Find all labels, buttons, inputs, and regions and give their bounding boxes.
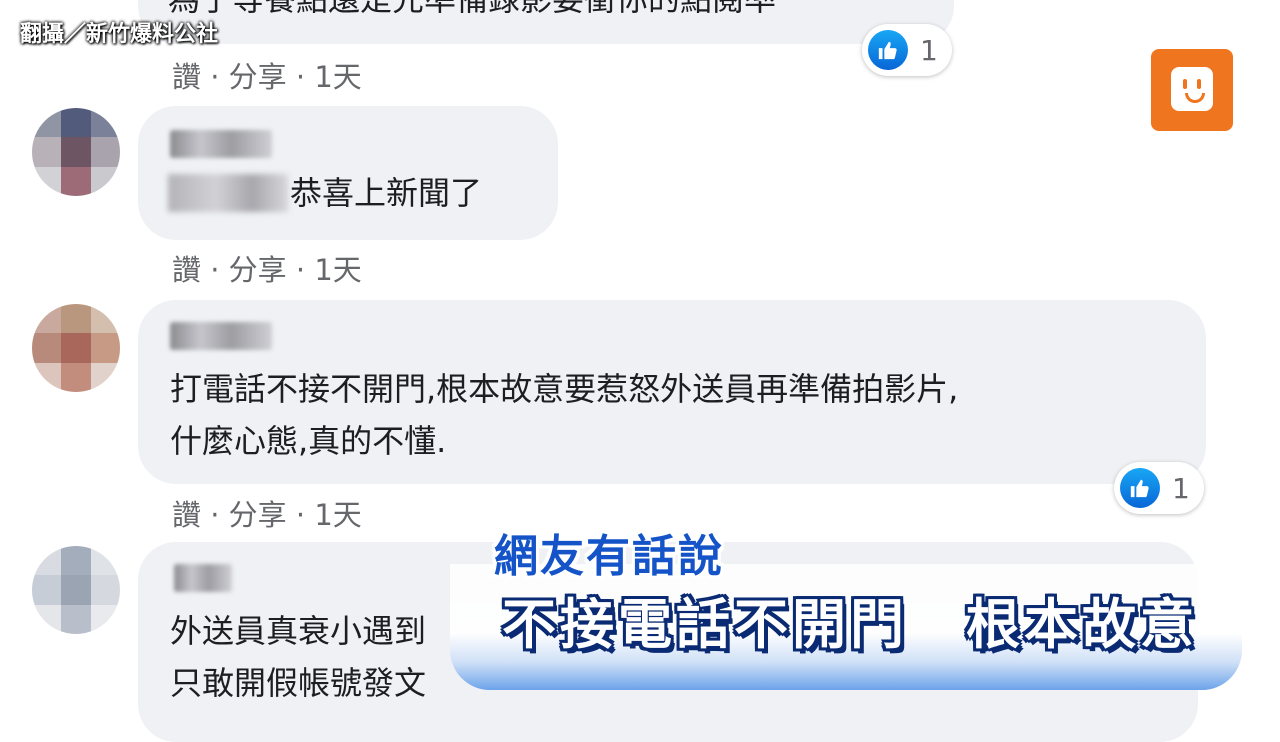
comment-actions: 讚 · 分享 · 1天: [172, 54, 362, 96]
thumbs-up-icon: [1120, 468, 1160, 508]
comment-actions: 讚 · 分享 · 1天: [172, 247, 362, 289]
separator: ·: [201, 498, 229, 532]
timestamp[interactable]: 1天: [314, 60, 361, 94]
comment-text: 為了等餐點還是先準備錄影要衝你的點閱率: [168, 0, 776, 26]
comment-text-line-2: 什麼心態,真的不懂.: [170, 422, 447, 460]
news-caption: 網友有話說 不接電話不開門 根本故意: [450, 516, 1250, 696]
reaction-badge[interactable]: 1: [862, 24, 952, 76]
comment-text: 恭喜上新聞了: [290, 174, 483, 212]
blurred-author-name[interactable]: [170, 322, 272, 350]
avatar[interactable]: [32, 546, 120, 634]
caption-headline: 不接電話不開門 根本故意: [502, 593, 1198, 656]
reaction-badge[interactable]: 1: [1114, 462, 1204, 514]
comment-text-line-2: 只敢開假帳號發文: [170, 664, 427, 702]
timestamp[interactable]: 1天: [314, 498, 361, 532]
comment-text-line-1: 打電話不接不開門,根本故意要惹怒外送員再準備拍影片,: [170, 370, 959, 408]
like-link[interactable]: 讚: [172, 253, 201, 287]
share-link[interactable]: 分享: [229, 253, 287, 287]
separator: ·: [286, 498, 315, 532]
separator: ·: [286, 60, 315, 94]
blurred-mention: [168, 174, 288, 212]
channel-logo: [1151, 49, 1233, 131]
thumbs-up-icon: [868, 30, 908, 70]
like-link[interactable]: 讚: [172, 60, 201, 94]
reaction-count: 1: [920, 33, 938, 67]
comment-actions: 讚 · 分享 · 1天: [172, 492, 362, 534]
separator: ·: [201, 60, 229, 94]
timestamp[interactable]: 1天: [314, 253, 361, 287]
comment-text-line-1: 外送員真衰小遇到: [170, 612, 427, 650]
avatar[interactable]: [32, 108, 120, 196]
reaction-count: 1: [1172, 471, 1190, 505]
photo-credit: 翻攝／新竹爆料公社: [20, 22, 219, 47]
like-link[interactable]: 讚: [172, 498, 201, 532]
share-link[interactable]: 分享: [229, 60, 287, 94]
avatar[interactable]: [32, 304, 120, 392]
caption-title: 網友有話說: [494, 531, 724, 582]
share-link[interactable]: 分享: [229, 498, 287, 532]
blurred-author-name[interactable]: [170, 130, 272, 158]
blurred-author-name[interactable]: [174, 564, 232, 592]
separator: ·: [201, 253, 229, 287]
separator: ·: [286, 253, 315, 287]
